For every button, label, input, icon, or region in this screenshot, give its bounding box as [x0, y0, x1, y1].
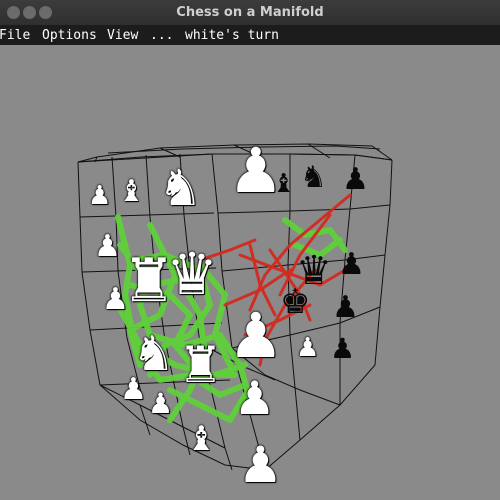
white-knight-piece[interactable]: ♞ — [158, 163, 203, 213]
white-pawn-piece[interactable]: ♟ — [228, 305, 284, 367]
white-knight-piece[interactable]: ♞ — [132, 330, 175, 378]
app-window: Chess on a Manifold File Options View ..… — [0, 0, 500, 500]
menu-view[interactable]: View — [107, 25, 138, 45]
white-bishop-piece[interactable]: ♝ — [186, 422, 216, 456]
menu-options[interactable]: Options — [42, 25, 97, 45]
title-bar: Chess on a Manifold — [0, 0, 500, 25]
white-queen-piece[interactable]: ♛ — [166, 245, 218, 303]
menu-bar: File Options View ... white's turn — [0, 25, 500, 45]
window-title: Chess on a Manifold — [176, 5, 324, 20]
white-pawn-piece[interactable]: ♟ — [88, 183, 111, 209]
menu-file[interactable]: File — [0, 25, 30, 45]
black-king-piece[interactable]: ♚ — [280, 285, 310, 319]
black-pawn-piece[interactable]: ♟ — [338, 250, 365, 280]
board-viewport[interactable]: ♟ ♝ ♞ ♟ ♝ ♞ ♟ ♟ ♜ ♛ ♛ ♟ ♟ ♚ ♟ ♟ ♞ ♜ ♟ ♟ ♟ ♟ ♟ ♝ ♟ — [0, 45, 500, 500]
white-pawn-piece[interactable]: ♟ — [148, 390, 173, 418]
white-pawn-piece[interactable]: ♟ — [234, 375, 275, 421]
white-pawn-piece[interactable]: ♟ — [120, 375, 147, 405]
black-pawn-piece[interactable]: ♟ — [332, 293, 359, 323]
turn-status: white's turn — [185, 28, 279, 43]
white-rook-piece[interactable]: ♜ — [178, 340, 223, 390]
black-knight-piece[interactable]: ♞ — [300, 163, 327, 193]
white-pawn-piece[interactable]: ♟ — [296, 335, 319, 361]
black-pawn-piece[interactable]: ♟ — [342, 165, 369, 195]
white-pawn-piece[interactable]: ♟ — [94, 232, 121, 262]
menu-more[interactable]: ... — [150, 25, 173, 45]
white-pawn-piece[interactable]: ♟ — [102, 285, 129, 315]
white-bishop-piece[interactable]: ♝ — [118, 177, 145, 207]
board-manifold — [77, 143, 393, 471]
white-pawn-piece[interactable]: ♟ — [238, 440, 283, 490]
black-bishop-piece[interactable]: ♝ — [272, 171, 295, 197]
black-pawn-piece[interactable]: ♟ — [330, 335, 355, 363]
